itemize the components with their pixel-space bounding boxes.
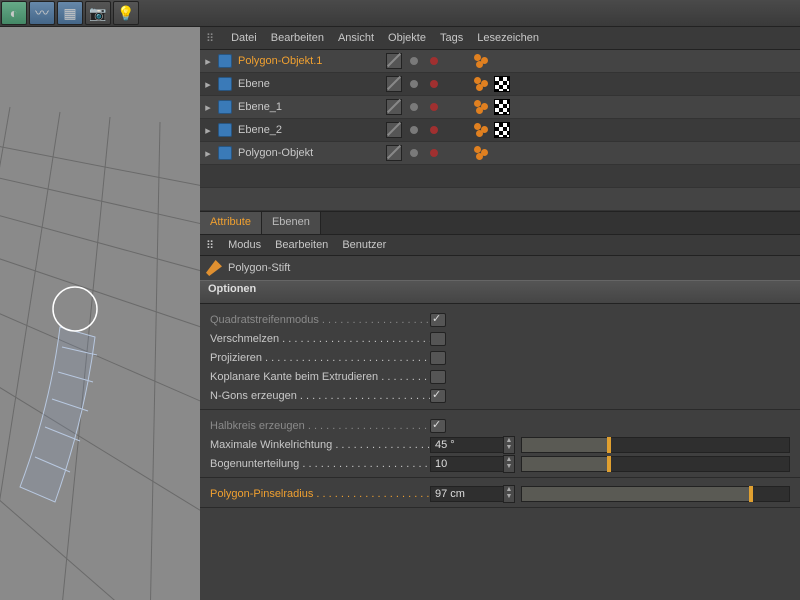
section-optionen: Optionen bbox=[200, 280, 800, 304]
grid-button[interactable]: ▦ bbox=[57, 1, 83, 25]
object-type-icon bbox=[218, 77, 232, 91]
layer-icon[interactable] bbox=[386, 76, 402, 92]
object-tree[interactable]: ▸Polygon-Objekt.1▸Ebene▸Ebene_1▸Ebene_2▸… bbox=[200, 50, 800, 165]
om-menu-lesezeichen[interactable]: Lesezeichen bbox=[477, 32, 539, 44]
object-type-icon bbox=[218, 123, 232, 137]
om-menu-bearbeiten[interactable]: Bearbeiten bbox=[271, 32, 324, 44]
checkbox-projizieren[interactable] bbox=[430, 351, 446, 365]
om-menu-ansicht[interactable]: Ansicht bbox=[338, 32, 374, 44]
spinner-max-winkel[interactable]: ▲▼ bbox=[503, 436, 515, 454]
object-name[interactable]: Polygon-Objekt bbox=[234, 147, 384, 159]
object-row[interactable]: ▸ Ebene_1 bbox=[200, 96, 800, 119]
grip-icon[interactable]: ⠿ bbox=[206, 32, 213, 45]
grip-icon[interactable]: ⠿ bbox=[206, 239, 214, 252]
label-bogen-subdiv: Bogenunterteilung . . . . . . . . . . . … bbox=[210, 458, 430, 470]
slider-max-winkel[interactable] bbox=[521, 437, 790, 453]
checkbox-koplanar[interactable] bbox=[430, 370, 446, 384]
phong-tag-icon[interactable] bbox=[474, 54, 488, 68]
editor-vis-dot[interactable] bbox=[410, 126, 418, 134]
label-verschmelzen: Verschmelzen . . . . . . . . . . . . . .… bbox=[210, 333, 430, 345]
checkbox-verschmelzen[interactable] bbox=[430, 332, 446, 346]
phong-tag-icon[interactable] bbox=[474, 123, 488, 137]
texture-tag-icon[interactable] bbox=[494, 99, 510, 115]
label-koplanar: Koplanare Kante beim Extrudieren . . . .… bbox=[210, 371, 430, 383]
editor-vis-dot[interactable] bbox=[410, 149, 418, 157]
label-halbkreis: Halbkreis erzeugen . . . . . . . . . . .… bbox=[210, 420, 430, 432]
polygon-pen-icon bbox=[206, 260, 222, 276]
phong-tag-icon[interactable] bbox=[474, 100, 488, 114]
label-ngons: N-Gons erzeugen . . . . . . . . . . . . … bbox=[210, 390, 430, 402]
options-group-2: Halbkreis erzeugen . . . . . . . . . . .… bbox=[200, 410, 800, 478]
attribute-tabs: Attribute Ebenen bbox=[200, 211, 800, 235]
phong-tag-icon[interactable] bbox=[474, 146, 488, 160]
slider-pinselradius[interactable] bbox=[521, 486, 790, 502]
spline-leaf-button[interactable]: 〰 bbox=[29, 1, 55, 25]
options-group-1: Quadratstreifenmodus . . . . . . . . . .… bbox=[200, 304, 800, 410]
camera-button[interactable]: 📷 bbox=[85, 1, 111, 25]
checkbox-quadratstreifen[interactable] bbox=[430, 313, 446, 327]
spinner-pinselradius[interactable]: ▲▼ bbox=[503, 485, 515, 503]
texture-tag-icon[interactable] bbox=[494, 122, 510, 138]
om-menu-datei[interactable]: Datei bbox=[231, 32, 257, 44]
expand-arrow-icon[interactable]: ▸ bbox=[200, 124, 216, 137]
object-type-icon bbox=[218, 54, 232, 68]
slider-bogen-subdiv[interactable] bbox=[521, 456, 790, 472]
object-row[interactable]: ▸ Ebene bbox=[200, 73, 800, 96]
checkbox-ngons[interactable] bbox=[430, 389, 446, 403]
texture-tag-icon[interactable] bbox=[494, 76, 510, 92]
attr-menu-benutzer[interactable]: Benutzer bbox=[342, 239, 386, 251]
om-menu-objekte[interactable]: Objekte bbox=[388, 32, 426, 44]
render-vis-dot[interactable] bbox=[430, 149, 438, 157]
expand-arrow-icon[interactable]: ▸ bbox=[200, 55, 216, 68]
render-vis-dot[interactable] bbox=[430, 80, 438, 88]
render-vis-dot[interactable] bbox=[430, 57, 438, 65]
object-type-icon bbox=[218, 100, 232, 114]
brush-cursor-icon bbox=[53, 287, 97, 331]
label-pinselradius: Polygon-Pinselradius . . . . . . . . . .… bbox=[210, 488, 430, 500]
object-name[interactable]: Ebene_2 bbox=[234, 124, 384, 136]
light-button[interactable]: 💡 bbox=[113, 1, 139, 25]
layer-icon[interactable] bbox=[386, 122, 402, 138]
expand-arrow-icon[interactable]: ▸ bbox=[200, 101, 216, 114]
tab-ebenen[interactable]: Ebenen bbox=[262, 212, 321, 234]
editor-vis-dot[interactable] bbox=[410, 57, 418, 65]
tab-attribute[interactable]: Attribute bbox=[200, 212, 262, 234]
tool-title: Polygon-Stift bbox=[228, 262, 290, 274]
expand-arrow-icon[interactable]: ▸ bbox=[200, 147, 216, 160]
label-projizieren: Projizieren . . . . . . . . . . . . . . … bbox=[210, 352, 430, 364]
editor-vis-dot[interactable] bbox=[410, 103, 418, 111]
phong-tag-icon[interactable] bbox=[474, 77, 488, 91]
object-row[interactable]: ▸ Ebene_2 bbox=[200, 119, 800, 142]
editor-vis-dot[interactable] bbox=[410, 80, 418, 88]
object-name[interactable]: Polygon-Objekt.1 bbox=[234, 55, 384, 67]
spinner-bogen-subdiv[interactable]: ▲▼ bbox=[503, 455, 515, 473]
attr-menu-modus[interactable]: Modus bbox=[228, 239, 261, 251]
render-vis-dot[interactable] bbox=[430, 103, 438, 111]
layer-icon[interactable] bbox=[386, 53, 402, 69]
tool-title-row: Polygon-Stift bbox=[200, 256, 800, 280]
render-vis-dot[interactable] bbox=[430, 126, 438, 134]
object-row[interactable]: ▸ Polygon-Objekt bbox=[200, 142, 800, 165]
object-type-icon bbox=[218, 146, 232, 160]
label-quadratstreifen: Quadratstreifenmodus . . . . . . . . . .… bbox=[210, 314, 430, 326]
attribute-submenu: ⠿ Modus Bearbeiten Benutzer bbox=[200, 235, 800, 256]
checkbox-halbkreis[interactable] bbox=[430, 419, 446, 433]
input-pinselradius[interactable] bbox=[430, 486, 504, 502]
label-max-winkel: Maximale Winkelrichtung . . . . . . . . … bbox=[210, 439, 430, 451]
om-menu-tags[interactable]: Tags bbox=[440, 32, 463, 44]
expand-arrow-icon[interactable]: ▸ bbox=[200, 78, 216, 91]
object-manager-menu: ⠿ Datei Bearbeiten Ansicht Objekte Tags … bbox=[200, 27, 800, 50]
object-name[interactable]: Ebene_1 bbox=[234, 101, 384, 113]
options-group-3: Polygon-Pinselradius . . . . . . . . . .… bbox=[200, 478, 800, 508]
3d-viewport[interactable] bbox=[0, 27, 200, 600]
primitive-sphere-button[interactable]: ◐ bbox=[1, 1, 27, 25]
layer-icon[interactable] bbox=[386, 145, 402, 161]
input-max-winkel[interactable] bbox=[430, 437, 504, 453]
attr-menu-bearbeiten[interactable]: Bearbeiten bbox=[275, 239, 328, 251]
object-name[interactable]: Ebene bbox=[234, 78, 384, 90]
layer-icon[interactable] bbox=[386, 99, 402, 115]
input-bogen-subdiv[interactable] bbox=[430, 456, 504, 472]
object-row[interactable]: ▸ Polygon-Objekt.1 bbox=[200, 50, 800, 73]
top-toolbar: ◐ 〰 ▦ 📷 💡 bbox=[0, 0, 800, 27]
